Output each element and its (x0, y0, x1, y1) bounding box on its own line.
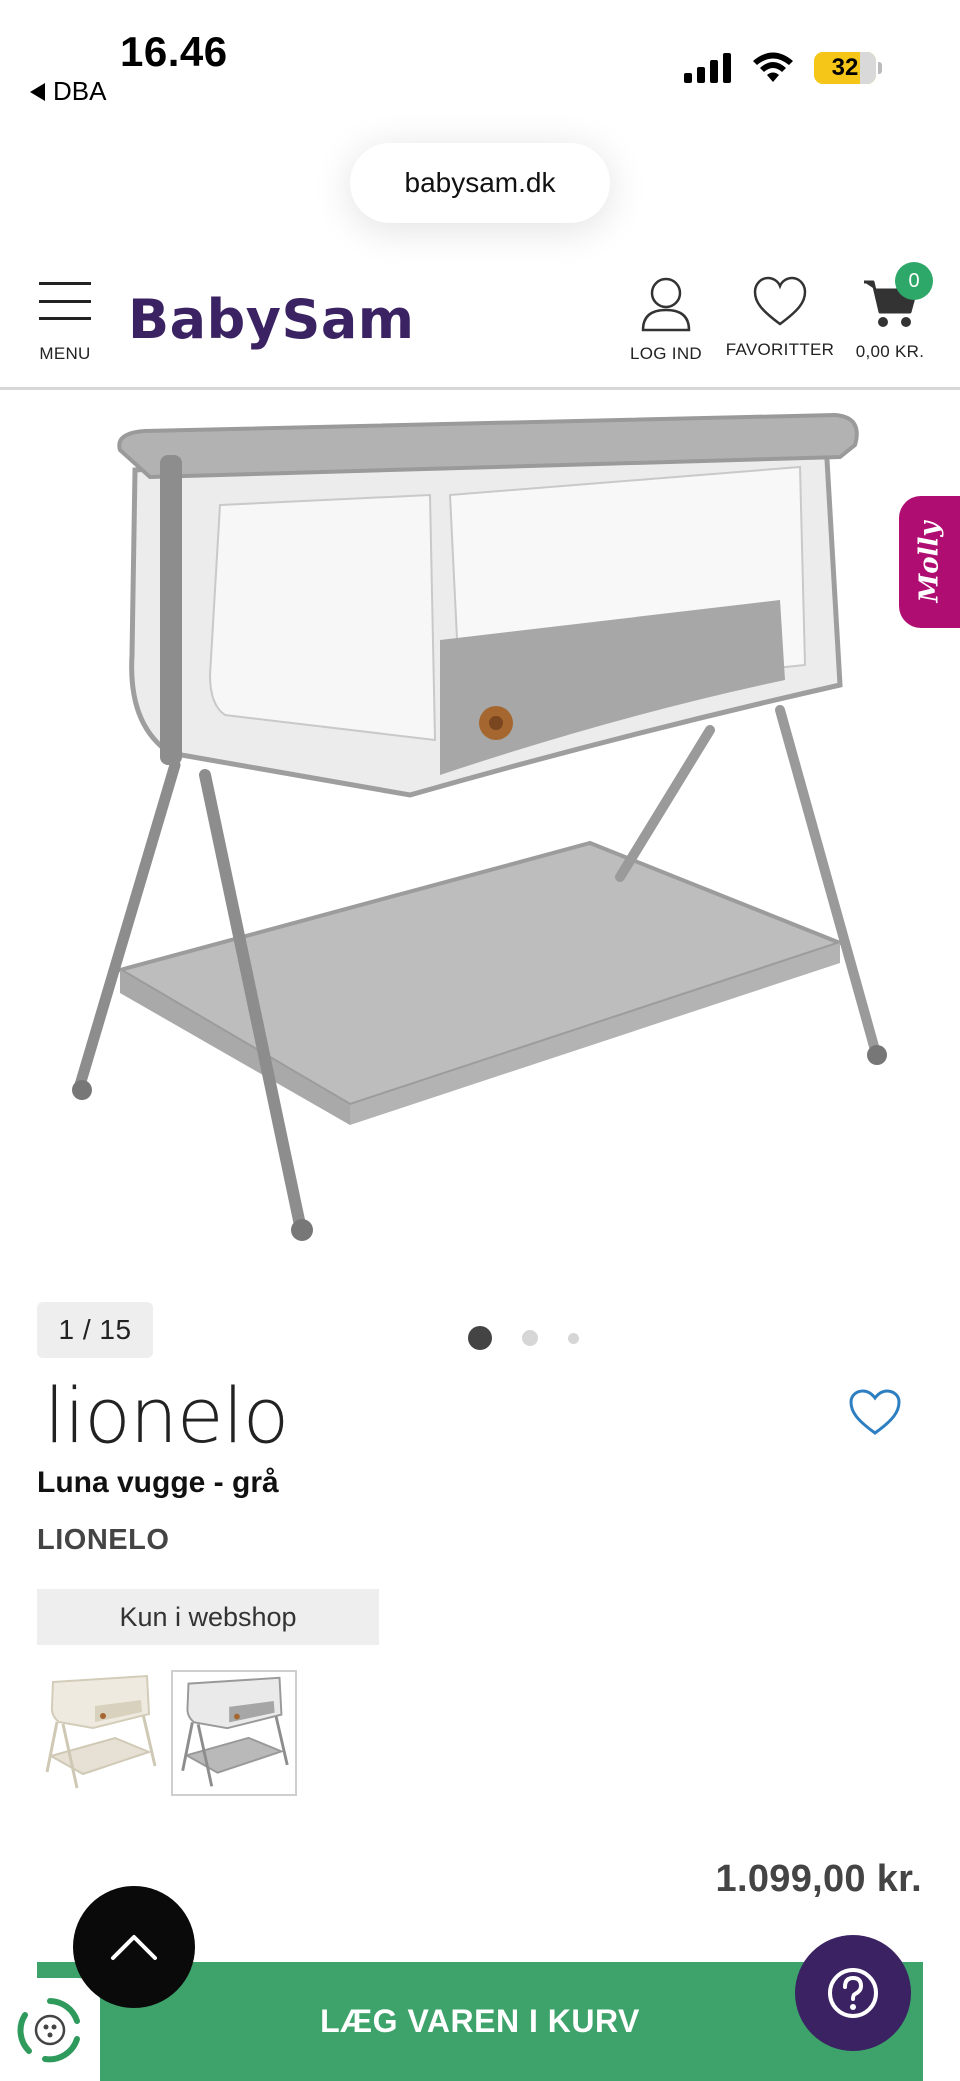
recycle-icon (17, 1997, 80, 2062)
heart-icon (753, 276, 807, 326)
image-counter: 1 / 15 (37, 1302, 153, 1358)
gallery-dots (468, 1326, 579, 1350)
url-text: babysam.dk (404, 167, 556, 198)
product-image-bassinet[interactable] (20, 395, 920, 1265)
scroll-to-top-button[interactable] (73, 1886, 195, 2008)
brand-logo[interactable]: lionelo (44, 1378, 289, 1454)
cart-count-badge: 0 (895, 262, 933, 300)
back-triangle-icon (30, 82, 45, 101)
wifi-icon (753, 52, 793, 82)
bassinet-thumb-beige (45, 1674, 157, 1789)
battery-level: 32 (831, 54, 859, 81)
signal-icon (684, 53, 731, 83)
molly-chat-tab[interactable]: Molly (899, 496, 960, 628)
back-app-label: DBA (53, 76, 107, 106)
favorite-heart-icon[interactable] (848, 1388, 902, 1436)
site-header: MENU BabySam LOG IND FAVORITTER 0,00 KR. (0, 262, 960, 390)
bassinet-thumb-grey (181, 1676, 289, 1787)
gallery-dot[interactable] (468, 1326, 492, 1350)
status-indicators: 32 (684, 52, 882, 84)
favorites-label: FAVORITTER (725, 340, 835, 359)
variant-thumbnail-beige[interactable] (37, 1670, 163, 1796)
gallery-dot[interactable] (568, 1332, 579, 1344)
status-time: 16.46 (120, 28, 228, 75)
login-label: LOG IND (629, 344, 702, 363)
cart-total: 0,00 KR. (855, 342, 925, 361)
eco-badge[interactable] (0, 1978, 100, 2081)
menu-button[interactable]: MENU (36, 282, 94, 364)
availability-badge: Kun i webshop (37, 1589, 379, 1645)
back-to-app[interactable]: DBA (30, 76, 106, 107)
menu-label: MENU (39, 344, 91, 363)
help-button[interactable] (795, 1935, 911, 2051)
molly-label: Molly (914, 521, 945, 603)
login-button[interactable]: LOG IND (628, 276, 704, 364)
battery-icon: 32 (814, 52, 876, 84)
chevron-up-icon (111, 1935, 157, 1960)
product-price: 1.099,00 kr. (715, 1858, 922, 1900)
product-brand[interactable]: LIONELO (37, 1524, 169, 1557)
user-icon (641, 277, 691, 332)
gallery-dot[interactable] (522, 1330, 538, 1346)
variant-thumbnail-grey[interactable] (171, 1670, 297, 1796)
url-bar[interactable]: babysam.dk (350, 143, 610, 223)
battery-nub (878, 62, 882, 74)
hamburger-icon (39, 282, 91, 320)
question-icon (828, 1968, 878, 2018)
site-logo[interactable]: BabySam (128, 288, 415, 351)
favorites-button[interactable]: FAVORITTER (722, 276, 838, 360)
product-title: Luna vugge - grå (37, 1466, 279, 1499)
